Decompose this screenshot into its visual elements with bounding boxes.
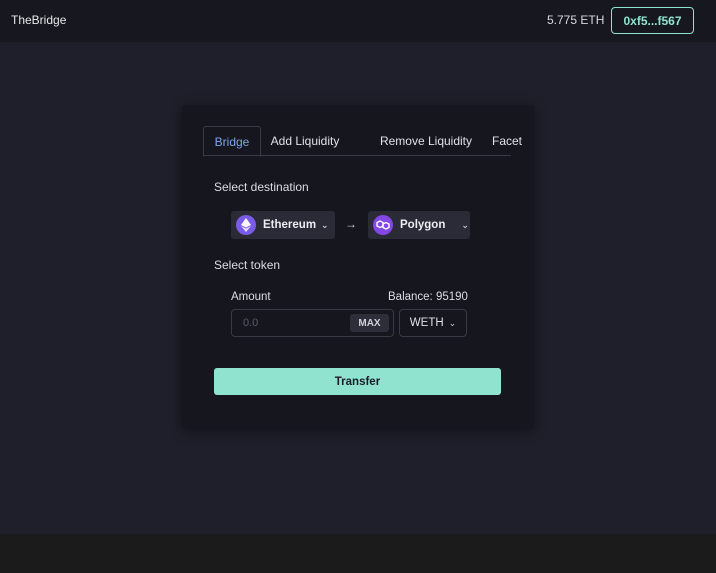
- select-token-label: Select token: [214, 258, 281, 272]
- amount-field: MAX: [231, 309, 394, 337]
- wallet-address-button[interactable]: 0xf5...f567: [611, 7, 694, 34]
- from-chain-select[interactable]: Ethereum ⌄: [231, 211, 335, 239]
- chevron-down-icon: ⌄: [321, 219, 329, 230]
- tab-bar: Bridge Add Liquidity Remove Liquidity Fa…: [203, 126, 522, 157]
- top-bar: TheBridge 5.775 ETH 0xf5...f567: [0, 0, 716, 42]
- arrow-right-icon: →: [345, 217, 357, 231]
- amount-input[interactable]: [232, 310, 342, 336]
- to-chain-label: Polygon: [400, 219, 446, 231]
- polygon-logo-icon: [373, 215, 393, 235]
- tab-facet[interactable]: Facet: [485, 126, 529, 156]
- amount-label: Amount: [231, 291, 271, 303]
- max-button[interactable]: MAX: [350, 314, 389, 332]
- bridge-card: Bridge Add Liquidity Remove Liquidity Fa…: [182, 105, 534, 429]
- to-chain-select[interactable]: Polygon ⌄: [368, 211, 470, 239]
- balance-label: Balance: 95190: [388, 291, 468, 303]
- app-brand: TheBridge: [11, 13, 67, 27]
- chevron-down-icon: ⌄: [448, 317, 457, 328]
- chevron-down-icon: ⌄: [461, 219, 469, 230]
- tab-add-liquidity[interactable]: Add Liquidity: [266, 126, 344, 156]
- tab-remove-liquidity[interactable]: Remove Liquidity: [376, 126, 476, 156]
- transfer-button[interactable]: Transfer: [214, 368, 501, 395]
- select-destination-label: Select destination: [214, 180, 309, 194]
- footer-band: [0, 534, 716, 573]
- eth-balance: 5.775 ETH: [547, 13, 605, 27]
- ethereum-logo-icon: [236, 215, 256, 235]
- tab-bridge[interactable]: Bridge: [203, 126, 261, 157]
- token-select[interactable]: WETH ⌄: [399, 309, 467, 337]
- from-chain-label: Ethereum: [263, 219, 317, 231]
- token-select-label: WETH: [409, 317, 444, 329]
